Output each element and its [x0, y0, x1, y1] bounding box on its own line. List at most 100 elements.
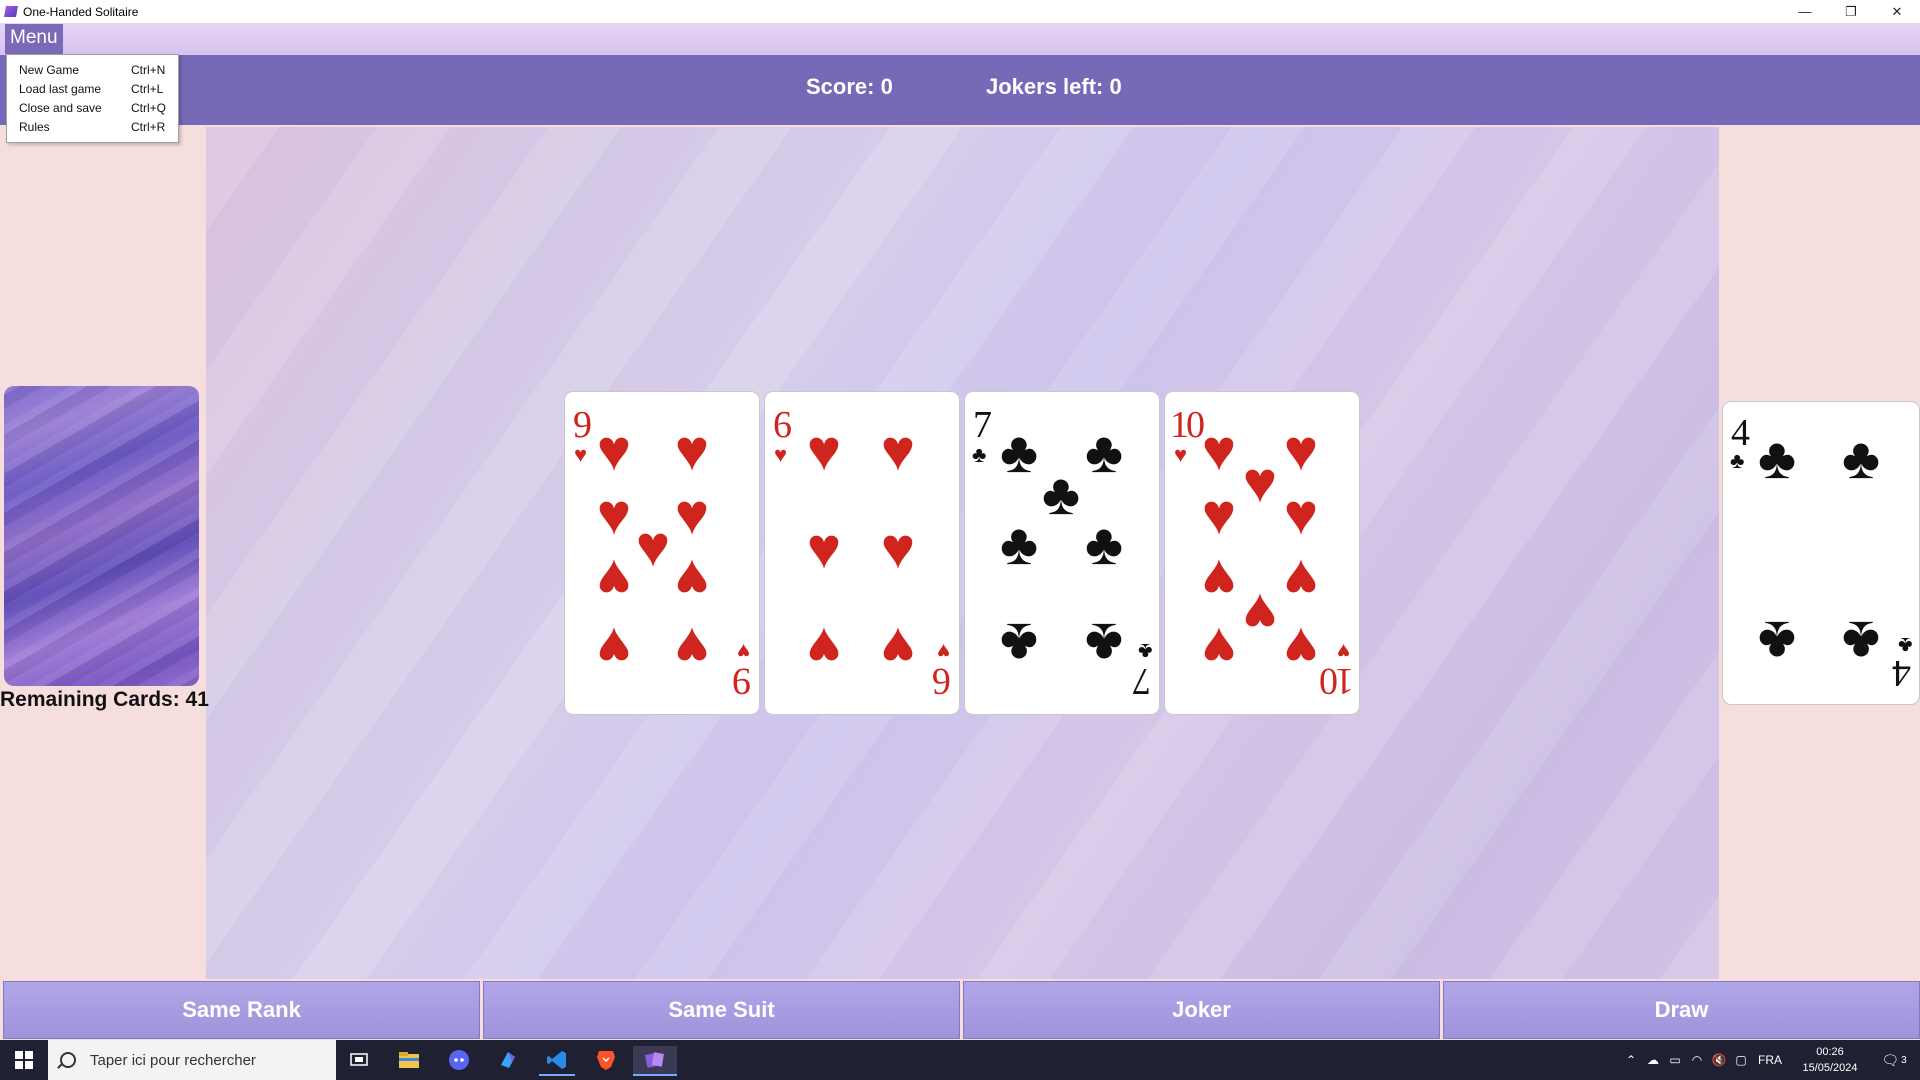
heart-icon: ♥ — [674, 418, 710, 483]
club-icon: ♣ — [1841, 609, 1881, 674]
battery-icon[interactable]: ▭ — [1664, 1053, 1686, 1067]
start-button[interactable] — [0, 1040, 48, 1080]
display-icon[interactable]: ▢ — [1730, 1053, 1752, 1067]
clock-time: 00:26 — [1816, 1046, 1844, 1058]
card-rank: 6 — [932, 660, 951, 702]
heart-icon: ♥ — [806, 418, 842, 483]
heart-icon: ♥ — [880, 516, 916, 581]
club-icon: ♣ — [1084, 611, 1124, 676]
club-icon: ♣ — [1897, 633, 1912, 658]
heart-icon: ♥ — [1201, 615, 1237, 680]
heart-icon: ♥ — [880, 615, 916, 680]
club-icon: ♣ — [999, 512, 1039, 577]
menu-item-shortcut: Ctrl+N — [131, 63, 166, 77]
club-icon: ♣ — [1757, 426, 1797, 491]
club-icon: ♣ — [999, 611, 1039, 676]
window-title: One-Handed Solitaire — [23, 4, 139, 19]
side-card[interactable]: 4 ♣ 4 ♣ ♣ ♣ ♣ ♣ — [1722, 401, 1920, 705]
menu-item-label: Rules — [19, 120, 50, 134]
club-icon: ♣ — [1757, 609, 1797, 674]
card-rank: 7 — [1132, 660, 1151, 702]
chat-icon: 🗨 — [1881, 1051, 1900, 1068]
discord-icon[interactable] — [441, 1046, 477, 1074]
heart-icon: ♥ — [1283, 615, 1319, 680]
task-view-icon[interactable] — [341, 1046, 377, 1074]
joker-button[interactable]: Joker — [963, 981, 1440, 1039]
jokers-left-label: Jokers left: 0 — [986, 74, 1122, 99]
window-controls: — ❐ ✕ — [1782, 0, 1920, 23]
notification-count: 3 — [1901, 1054, 1907, 1066]
same-suit-button[interactable]: Same Suit — [483, 981, 960, 1039]
menu-item-label: Close and save — [19, 101, 102, 115]
heart-icon: ♥ — [880, 418, 916, 483]
menu-item-shortcut: Ctrl+Q — [131, 101, 167, 115]
menu-item-close-and-save[interactable]: Close and save Ctrl+Q — [19, 99, 174, 117]
clock-date: 15/05/2024 — [1802, 1062, 1858, 1074]
card-rank: 4 — [1892, 652, 1911, 694]
heart-icon: ♥ — [936, 639, 950, 664]
app-icon — [4, 6, 18, 17]
card-rank: 6 — [773, 404, 792, 446]
windows-icon — [15, 1051, 33, 1069]
menu-item-shortcut: Ctrl+L — [131, 82, 164, 96]
menu-item-new-game[interactable]: New Game Ctrl+N — [19, 61, 174, 79]
taskbar: Taper ici pour rechercher ⌃ ☁ ▭ ◠ 🔇 ▢ FR… — [0, 1040, 1920, 1080]
onedrive-icon[interactable]: ☁ — [1642, 1053, 1664, 1067]
draw-button[interactable]: Draw — [1443, 981, 1920, 1039]
club-icon: ♣ — [1730, 448, 1745, 473]
close-button[interactable]: ✕ — [1874, 0, 1920, 23]
menu-item-shortcut: Ctrl+R — [131, 120, 166, 134]
club-icon: ♣ — [1084, 512, 1124, 577]
hand-card[interactable]: 7 ♣ 7 ♣ ♣ ♣ ♣ ♣ ♣ ♣ ♣ — [964, 391, 1160, 715]
heart-icon: ♥ — [596, 547, 632, 612]
hand-card[interactable]: 6 ♥ 6 ♥ ♥ ♥ ♥ ♥ ♥ ♥ — [764, 391, 960, 715]
network-icon[interactable]: ◠ — [1686, 1053, 1708, 1067]
menu-bar: Menu — [0, 23, 1920, 55]
restore-button[interactable]: ❐ — [1828, 0, 1874, 23]
language-indicator[interactable]: FRA — [1752, 1053, 1788, 1067]
heart-icon: ♥ — [674, 547, 710, 612]
copilot-icon[interactable] — [490, 1046, 526, 1074]
minimize-button[interactable]: — — [1782, 0, 1828, 23]
remaining-cards-label: Remaining Cards: 41 — [0, 688, 209, 711]
heart-icon: ♥ — [736, 639, 750, 664]
vscode-icon[interactable] — [539, 1046, 575, 1076]
heart-icon: ♥ — [806, 516, 842, 581]
search-placeholder: Taper ici pour rechercher — [90, 1051, 256, 1069]
heart-icon: ♥ — [1201, 482, 1237, 547]
card-rank: 9 — [732, 660, 751, 702]
hand-card[interactable]: 10 ♥ 10 ♥ ♥ ♥ ♥ ♥ ♥ ♥ ♥ ♥ ♥ ♥ — [1164, 391, 1360, 715]
score-header: Score: 0 Jokers left: 0 — [0, 55, 1920, 125]
heart-icon: ♥ — [1174, 442, 1188, 467]
notification-center-icon[interactable]: 🗨 3 — [1872, 1046, 1916, 1074]
menu-dropdown: New Game Ctrl+N Load last game Ctrl+L Cl… — [6, 54, 179, 143]
heart-icon: ♥ — [674, 615, 710, 680]
menu-item-label: New Game — [19, 63, 80, 77]
hand-card[interactable]: 9 ♥ 9 ♥ ♥ ♥ ♥ ♥ ♥ ♥ ♥ ♥ ♥ — [564, 391, 760, 715]
heart-icon: ♥ — [1336, 639, 1350, 664]
menu-item-rules[interactable]: Rules Ctrl+R — [19, 118, 174, 136]
draw-pile[interactable] — [4, 386, 199, 686]
menu-item-load-last-game[interactable]: Load last game Ctrl+L — [19, 80, 174, 98]
search-icon — [60, 1052, 76, 1068]
taskbar-search[interactable]: Taper ici pour rechercher — [48, 1040, 336, 1080]
brave-icon[interactable] — [588, 1046, 624, 1074]
file-explorer-icon[interactable] — [391, 1046, 427, 1074]
club-icon: ♣ — [1137, 639, 1152, 664]
heart-icon: ♥ — [1283, 482, 1319, 547]
heart-icon: ♥ — [806, 615, 842, 680]
heart-icon: ♥ — [596, 418, 632, 483]
club-icon: ♣ — [1841, 426, 1881, 491]
club-icon: ♣ — [972, 442, 987, 467]
clock[interactable]: 00:26 15/05/2024 — [1790, 1044, 1870, 1076]
same-rank-button[interactable]: Same Rank — [3, 981, 480, 1039]
volume-mute-icon[interactable]: 🔇 — [1708, 1053, 1730, 1067]
solitaire-app-icon[interactable] — [633, 1046, 677, 1076]
title-bar: One-Handed Solitaire — ❐ ✕ — [0, 0, 1920, 23]
menu-button[interactable]: Menu — [5, 24, 63, 54]
score-label: Score: 0 — [806, 74, 893, 99]
menu-item-label: Load last game — [19, 82, 102, 96]
system-tray: ⌃ ☁ ▭ ◠ 🔇 ▢ FRA — [1620, 1040, 1788, 1080]
chevron-up-icon[interactable]: ⌃ — [1620, 1053, 1642, 1067]
heart-icon: ♥ — [596, 615, 632, 680]
